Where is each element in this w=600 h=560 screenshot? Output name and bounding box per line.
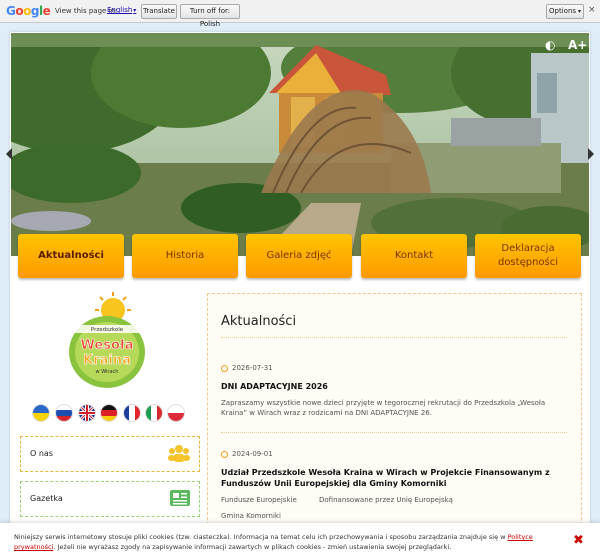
- logo-line1: Przedszkole: [91, 327, 124, 333]
- slider-prev-icon[interactable]: [6, 148, 12, 160]
- flag-fr-icon[interactable]: [124, 405, 140, 421]
- cookie-text: Niniejszy serwis internetowy stosuje pli…: [14, 533, 533, 551]
- hero-image: [11, 33, 589, 256]
- news-date: 2024-09-01: [221, 450, 571, 458]
- flag-pl-icon[interactable]: [168, 405, 184, 421]
- divider: [221, 432, 567, 433]
- news-item-desc-2: Gmina Komorniki: [221, 512, 281, 520]
- flag-ua-icon[interactable]: [33, 405, 49, 421]
- options-button[interactable]: Options: [546, 4, 584, 19]
- sidebar-item-label: Gazetka: [30, 494, 63, 503]
- nav-galeria[interactable]: Galeria zdjęć: [246, 234, 352, 278]
- translate-button[interactable]: Translate: [141, 4, 177, 19]
- logo-line4: w Wirach: [96, 369, 119, 375]
- nav-deklaracja[interactable]: Deklaracja dostępności: [475, 234, 581, 278]
- news-item[interactable]: 2024-09-01 Udział Przedszkole Wesoła Kra…: [221, 450, 571, 521]
- divider: [221, 337, 567, 338]
- news-item-desc: Zapraszamy wszystkie nowe dzieci przyjęt…: [221, 399, 546, 417]
- nav-aktualnosci[interactable]: Aktualności: [18, 234, 124, 278]
- calendar-dot-icon: [221, 364, 228, 372]
- nav-historia[interactable]: Historia: [132, 234, 238, 278]
- close-icon[interactable]: ×: [588, 5, 596, 15]
- site-logo[interactable]: Przedszkole Wesoła Kraina w Wirach: [66, 290, 148, 390]
- sidebar-item-o-nas[interactable]: O nas: [20, 436, 200, 472]
- sidebar-item-label: O nas: [30, 449, 53, 458]
- flag-de-icon[interactable]: [101, 405, 117, 421]
- close-icon[interactable]: ✖: [573, 533, 584, 548]
- news-date: 2026-07-31: [221, 364, 571, 372]
- news-panel: Aktualności 2026-07-31 DNI ADAPTACYJNE 2…: [207, 293, 582, 535]
- main-nav: Aktualności Historia Galeria zdjęć Konta…: [18, 234, 583, 279]
- news-item-title[interactable]: Udział Przedszkole Wesoła Kraina w Wirac…: [221, 467, 571, 489]
- users-icon: [168, 445, 190, 462]
- slider-next-icon[interactable]: [588, 148, 594, 160]
- cookie-banner: Niniejszy serwis internetowy stosuje pli…: [0, 523, 600, 560]
- flag-it-icon[interactable]: [146, 405, 162, 421]
- flag-ru-icon[interactable]: [56, 405, 72, 421]
- flag-gb-icon[interactable]: [79, 405, 95, 421]
- sidebar-item-gazetka[interactable]: Gazetka: [20, 481, 200, 517]
- nav-kontakt[interactable]: Kontakt: [361, 234, 467, 278]
- turn-off-button[interactable]: Turn off for: Polish: [180, 4, 240, 28]
- font-size-button[interactable]: A+: [568, 38, 587, 52]
- contrast-icon[interactable]: ◐: [545, 38, 555, 52]
- logo-line2: Wesoła: [81, 338, 134, 353]
- news-item-desc: Fundusze Europejskie Dofinansowane przez…: [221, 496, 453, 504]
- newspaper-icon: [170, 490, 190, 506]
- news-item[interactable]: 2026-07-31 DNI ADAPTACYJNE 2026 Zaprasza…: [221, 364, 571, 418]
- news-title: Aktualności: [221, 314, 297, 329]
- calendar-dot-icon: [221, 450, 228, 458]
- google-logo: Google: [6, 4, 51, 18]
- news-item-title[interactable]: DNI ADAPTACYJNE 2026: [221, 381, 571, 392]
- translate-bar: Google View this page in: English Transl…: [0, 0, 600, 28]
- logo-line3: Kraina: [83, 353, 131, 368]
- language-select[interactable]: English: [107, 6, 136, 14]
